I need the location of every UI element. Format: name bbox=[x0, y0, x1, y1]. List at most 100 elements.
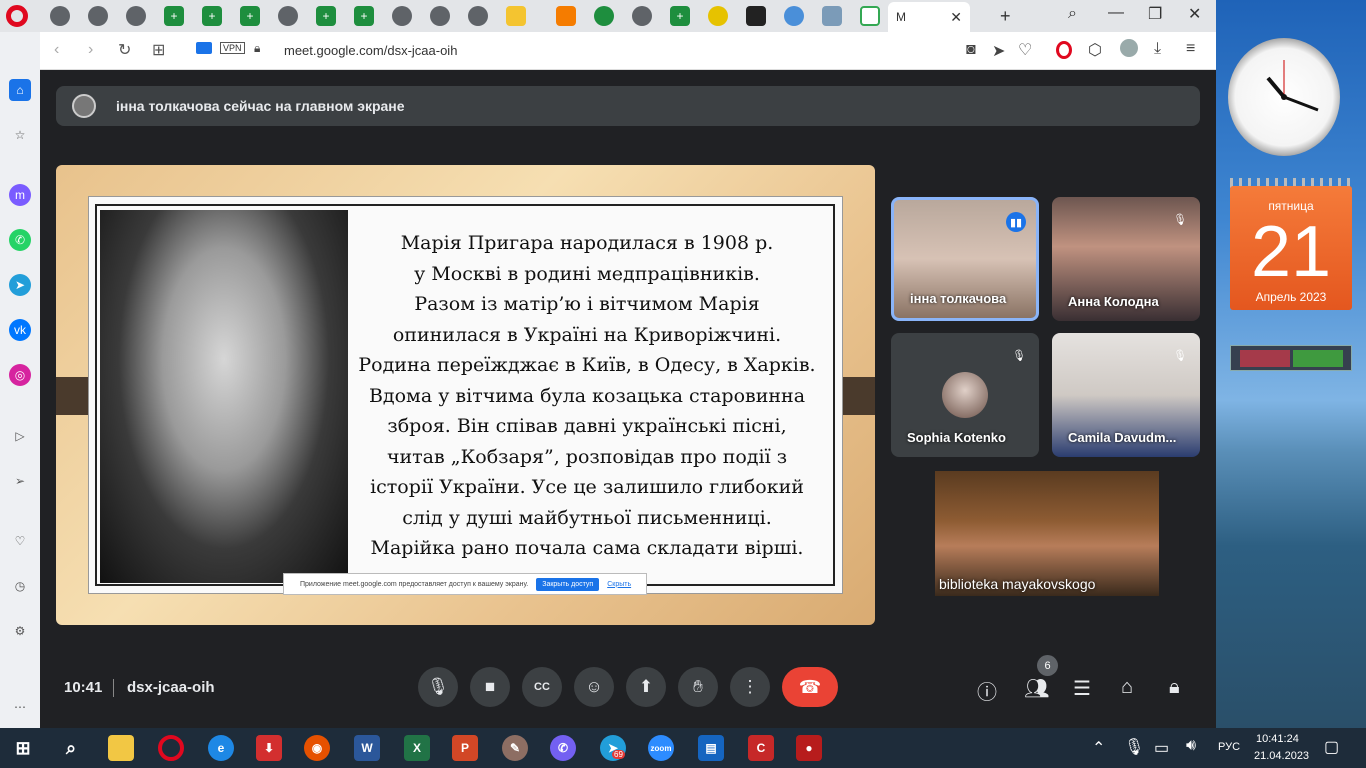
favorite-icon[interactable]: ♡ bbox=[1018, 40, 1032, 60]
activities-icon[interactable]: ⌂ bbox=[1121, 676, 1133, 699]
tab-icon[interactable] bbox=[708, 6, 728, 26]
menu-icon[interactable]: ≡ bbox=[1186, 40, 1195, 58]
tab-icon[interactable] bbox=[632, 6, 652, 26]
tab-icon[interactable] bbox=[50, 6, 70, 26]
minimize-icon[interactable]: — bbox=[1108, 4, 1124, 22]
heart-icon[interactable]: ♡ bbox=[9, 530, 31, 552]
tray-chevron-icon[interactable]: ⌃ bbox=[1092, 738, 1105, 758]
forward-icon[interactable]: › bbox=[88, 41, 93, 59]
star-icon[interactable]: ☆ bbox=[9, 124, 31, 146]
new-tab-icon[interactable]: + bbox=[1000, 6, 1011, 27]
opera-taskbar-icon[interactable] bbox=[158, 735, 184, 761]
stop-sharing-button[interactable]: Закрыть доступ bbox=[536, 577, 600, 591]
end-call-button[interactable]: ☎ bbox=[782, 667, 838, 707]
meeting-info-icon[interactable]: ⓘ bbox=[977, 676, 997, 705]
participant-tile[interactable]: 🎙︎ Анна Колодна bbox=[1052, 197, 1200, 321]
opera-adblock-icon[interactable] bbox=[1056, 41, 1072, 59]
tray-battery-icon[interactable]: ▭ bbox=[1154, 738, 1169, 758]
tab-icon[interactable] bbox=[594, 6, 614, 26]
tab-sheets-icon[interactable]: + bbox=[240, 6, 260, 26]
camera-indicator-icon[interactable] bbox=[196, 42, 212, 54]
self-view-tile[interactable]: biblioteka mayakovskogo bbox=[935, 471, 1159, 596]
settings-icon[interactable]: ⚙ bbox=[9, 620, 31, 642]
player-icon[interactable]: ▷ bbox=[9, 425, 31, 447]
zoom-icon[interactable]: zoom bbox=[648, 735, 674, 761]
power-status-button[interactable] bbox=[1293, 350, 1343, 367]
taskbar-time[interactable]: 10:41:24 bbox=[1256, 733, 1299, 745]
people-icon[interactable]: 👥︎ bbox=[1024, 676, 1049, 701]
opera-menu-icon[interactable] bbox=[6, 5, 28, 27]
tab-icon[interactable] bbox=[822, 6, 842, 26]
history-icon[interactable]: ◷ bbox=[9, 575, 31, 597]
language-indicator[interactable]: РУС bbox=[1218, 741, 1240, 753]
send-icon[interactable]: ➢ bbox=[9, 470, 31, 492]
close-window-icon[interactable]: ✕ bbox=[1188, 4, 1201, 24]
search-icon[interactable]: ⌕ bbox=[1068, 5, 1077, 23]
tab-icon[interactable] bbox=[746, 6, 766, 26]
back-icon[interactable]: ‹ bbox=[54, 41, 59, 59]
participant-tile[interactable]: 🎙︎ Camila Davudm... bbox=[1052, 333, 1200, 457]
profile-avatar[interactable] bbox=[1120, 39, 1138, 57]
url-text[interactable]: meet.google.com/dsx-jcaa-oih bbox=[284, 43, 457, 58]
tab-icon[interactable] bbox=[126, 6, 146, 26]
participant-tile[interactable]: ▮▮ інна толкачова bbox=[891, 197, 1039, 321]
notifications-icon[interactable]: ▢ bbox=[1324, 737, 1339, 757]
power-off-button[interactable] bbox=[1240, 350, 1290, 367]
tabs-grid-icon[interactable]: ⊞ bbox=[152, 40, 165, 60]
tab-meet-icon[interactable] bbox=[860, 6, 880, 26]
tab-sheets-icon[interactable]: + bbox=[354, 6, 374, 26]
app-icon[interactable]: ◉ bbox=[304, 735, 330, 761]
more-options-button[interactable]: ⋮ bbox=[730, 667, 770, 707]
start-icon[interactable]: ⊞ bbox=[10, 735, 36, 761]
messenger-icon[interactable]: m bbox=[9, 184, 31, 206]
restore-icon[interactable]: ❐ bbox=[1148, 4, 1162, 24]
excel-icon[interactable]: X bbox=[404, 735, 430, 761]
chat-icon[interactable]: ☰ bbox=[1073, 676, 1091, 701]
tab-icon[interactable] bbox=[278, 6, 298, 26]
word-icon[interactable]: W bbox=[354, 735, 380, 761]
host-controls-icon[interactable]: 🔒︎ bbox=[1169, 676, 1180, 699]
search-icon[interactable]: ⌕ bbox=[58, 735, 84, 761]
mic-button[interactable]: 🎙︎ bbox=[418, 667, 458, 707]
recorder-icon[interactable]: ● bbox=[796, 735, 822, 761]
hide-notice-link[interactable]: Скрыть bbox=[607, 581, 631, 588]
tab-active-meet[interactable]: М ✕ bbox=[888, 2, 970, 32]
reload-icon[interactable]: ↻ bbox=[118, 40, 131, 60]
raise-hand-button[interactable]: ✋︎ bbox=[678, 667, 718, 707]
tab-pencil-icon[interactable] bbox=[506, 6, 526, 26]
tray-mic-icon[interactable]: 🎙︎ bbox=[1124, 737, 1144, 757]
snapshot-icon[interactable]: ◙ bbox=[966, 41, 976, 59]
taskbar-date[interactable]: 21.04.2023 bbox=[1254, 750, 1309, 762]
home-icon[interactable]: ⌂ bbox=[9, 79, 31, 101]
download-icon[interactable]: ⤓ bbox=[1154, 40, 1161, 58]
telegram-icon[interactable]: ➤ bbox=[9, 274, 31, 296]
captions-button[interactable]: CC bbox=[522, 667, 562, 707]
tab-icon[interactable] bbox=[392, 6, 412, 26]
close-tab-icon[interactable]: ✕ bbox=[950, 9, 962, 26]
more-icon[interactable]: ⋯ bbox=[9, 696, 31, 718]
present-button[interactable]: ⬆ bbox=[626, 667, 666, 707]
reactions-button[interactable]: ☺ bbox=[574, 667, 614, 707]
camera-button[interactable]: ■ bbox=[470, 667, 510, 707]
tab-icon[interactable] bbox=[430, 6, 450, 26]
extensions-icon[interactable]: ⬡ bbox=[1088, 40, 1102, 60]
vk-icon[interactable]: vk bbox=[9, 319, 31, 341]
tab-icon[interactable] bbox=[88, 6, 108, 26]
notes-icon[interactable]: ▤ bbox=[698, 735, 724, 761]
viber-icon[interactable]: ✆ bbox=[550, 735, 576, 761]
app-c-icon[interactable]: C bbox=[748, 735, 774, 761]
instagram-icon[interactable]: ◎ bbox=[9, 364, 31, 386]
powerpoint-icon[interactable]: P bbox=[452, 735, 478, 761]
tab-icon[interactable] bbox=[784, 6, 804, 26]
paint-icon[interactable]: ✎ bbox=[502, 735, 528, 761]
downloader-icon[interactable]: ⬇ bbox=[256, 735, 282, 761]
tab-sheets-icon[interactable]: + bbox=[202, 6, 222, 26]
tab-sheets-icon[interactable]: + bbox=[670, 6, 690, 26]
share-icon[interactable]: ➤ bbox=[992, 41, 1005, 61]
file-explorer-icon[interactable] bbox=[108, 735, 134, 761]
tab-sheets-icon[interactable]: + bbox=[316, 6, 336, 26]
tab-icon[interactable] bbox=[468, 6, 488, 26]
tab-sheets-icon[interactable]: + bbox=[164, 6, 184, 26]
tab-blogger-icon[interactable] bbox=[556, 6, 576, 26]
tray-volume-icon[interactable]: 🔊︎ bbox=[1186, 737, 1196, 755]
